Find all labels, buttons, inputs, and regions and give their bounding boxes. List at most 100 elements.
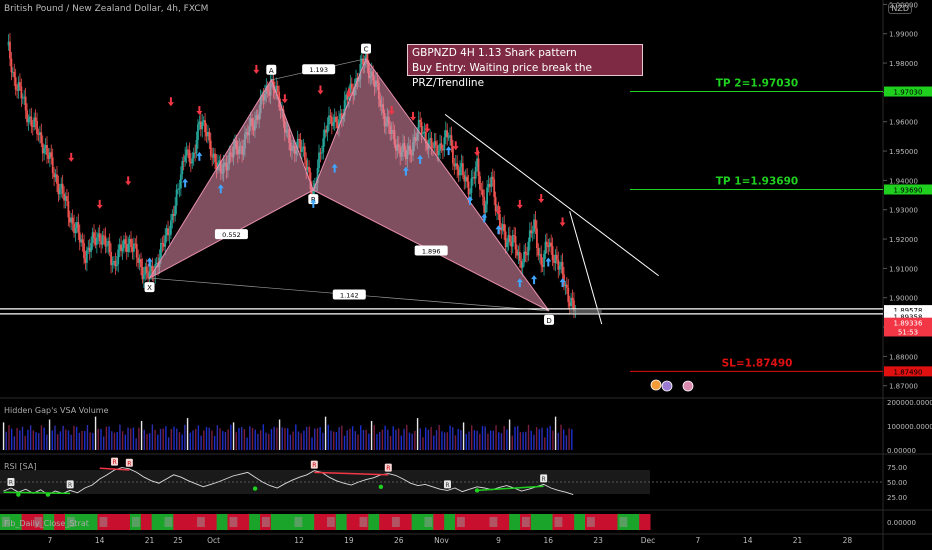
fib-block	[335, 514, 348, 530]
candle-body	[164, 235, 167, 247]
annotation-line-1: GBPNZD 4H 1.13 Shark pattern	[412, 47, 577, 59]
fib-inner-block	[489, 517, 498, 527]
currency-badge[interactable]: NZD	[888, 3, 912, 14]
candle-body	[168, 234, 171, 236]
fib-block	[140, 514, 153, 530]
x-axis-tick-label: 16	[544, 536, 554, 545]
candle-body	[111, 262, 114, 266]
x-axis-tick-label: 21	[793, 536, 803, 545]
ratio-label: 1.193	[302, 64, 336, 75]
ratio-label-text: 1.193	[309, 66, 328, 74]
fib-block	[595, 514, 608, 530]
rsi-panel-title[interactable]: RSI [SA]	[4, 462, 36, 471]
volume-panel-title[interactable]: Hidden Gap's VSA Volume	[4, 406, 109, 415]
candle-body	[498, 214, 501, 228]
candle-body	[470, 178, 473, 193]
fib-panel-title[interactable]: Fib_Daily_Close_Strat	[4, 519, 89, 528]
fib-block	[563, 514, 575, 530]
candle-body	[506, 242, 508, 248]
rsi-marker: R	[111, 457, 119, 466]
candle-body	[124, 239, 127, 245]
y-axis-tick-label: 1.93000	[889, 207, 918, 215]
fib-block	[108, 514, 120, 530]
level-price-tag-text-sl: 1.87490	[894, 368, 923, 376]
ratio-label-text: 1.896	[422, 248, 441, 256]
candle-body	[174, 205, 177, 216]
point-label: X	[147, 284, 152, 292]
candle-body	[185, 149, 188, 156]
candle-body	[531, 231, 534, 234]
candle-body	[127, 243, 130, 252]
rsi-marker-label: R	[386, 465, 390, 472]
candle-body	[77, 222, 80, 233]
candle-body	[514, 235, 517, 250]
y-axis-tick-label: 1.96000	[889, 119, 918, 127]
fib-inner-block	[262, 517, 270, 527]
candle-body	[332, 122, 335, 126]
ratio-label-text: 1.142	[340, 292, 359, 300]
fib-block	[606, 514, 618, 530]
candle-body	[329, 115, 332, 118]
candle-body	[56, 174, 58, 184]
candle-body	[181, 161, 184, 175]
pattern-triangle-xab	[148, 78, 314, 280]
candle-body	[51, 157, 54, 174]
candle-body	[301, 148, 303, 152]
candle-body	[61, 183, 64, 194]
fib-block	[270, 514, 283, 530]
candle-body	[326, 124, 329, 133]
fib-inner-block	[587, 517, 595, 527]
candle-body	[561, 261, 564, 275]
candle-body	[486, 187, 488, 205]
candle-body	[419, 119, 422, 122]
rsi-dot	[16, 492, 21, 497]
candle-body	[335, 116, 338, 122]
candle-body	[178, 188, 181, 190]
pattern-point-a: A	[266, 64, 277, 75]
candle-body	[103, 235, 105, 237]
candle-body	[320, 152, 323, 154]
sell-arrow-icon	[516, 199, 523, 209]
fib-block	[465, 514, 478, 530]
fib-inner-block	[457, 517, 465, 527]
candle-body	[58, 188, 61, 195]
y-axis-tick-label: 1.90000	[889, 295, 918, 303]
rsi-dot	[252, 486, 258, 491]
fib-block	[433, 514, 445, 530]
fib-inner-block	[424, 517, 433, 527]
candle-body	[434, 141, 437, 146]
candle-body	[21, 97, 24, 99]
fib-inner-block	[327, 517, 335, 527]
fib-block	[476, 514, 488, 530]
fib-block	[530, 514, 543, 530]
fib-block	[303, 514, 315, 530]
sell-arrow-icon	[538, 194, 545, 203]
candle-body	[494, 197, 497, 212]
candle-body	[10, 58, 13, 73]
candle-body	[508, 235, 511, 242]
rsi-marker-label: R	[112, 459, 116, 466]
y-axis-tick-label: 1.94000	[889, 177, 918, 185]
chart-window: 2.000001.990001.980001.970001.960001.950…	[0, 0, 932, 550]
candle-body	[67, 201, 70, 218]
candle-body	[98, 233, 101, 242]
candle-body	[493, 179, 496, 198]
candle-body	[201, 121, 204, 130]
axis-price-tag-text: 51:53	[898, 328, 918, 336]
candle-body	[513, 235, 516, 236]
sell-arrow-icon	[253, 64, 260, 74]
fib-inner-block	[229, 517, 238, 527]
level-label-sl: SL=1.87490	[722, 357, 793, 369]
sell-arrow-icon	[424, 123, 431, 133]
candle-body	[491, 176, 494, 180]
candle-body	[545, 241, 548, 246]
candle-body	[142, 274, 145, 280]
rsi-marker: R	[310, 460, 318, 469]
avatar-icon	[650, 379, 662, 391]
fib-block	[151, 514, 163, 530]
candle-body	[550, 242, 553, 247]
candle-body	[518, 251, 521, 261]
fib-axis-label: 0.00000	[887, 519, 916, 527]
candle-body	[461, 163, 464, 176]
candle-body	[303, 146, 306, 160]
